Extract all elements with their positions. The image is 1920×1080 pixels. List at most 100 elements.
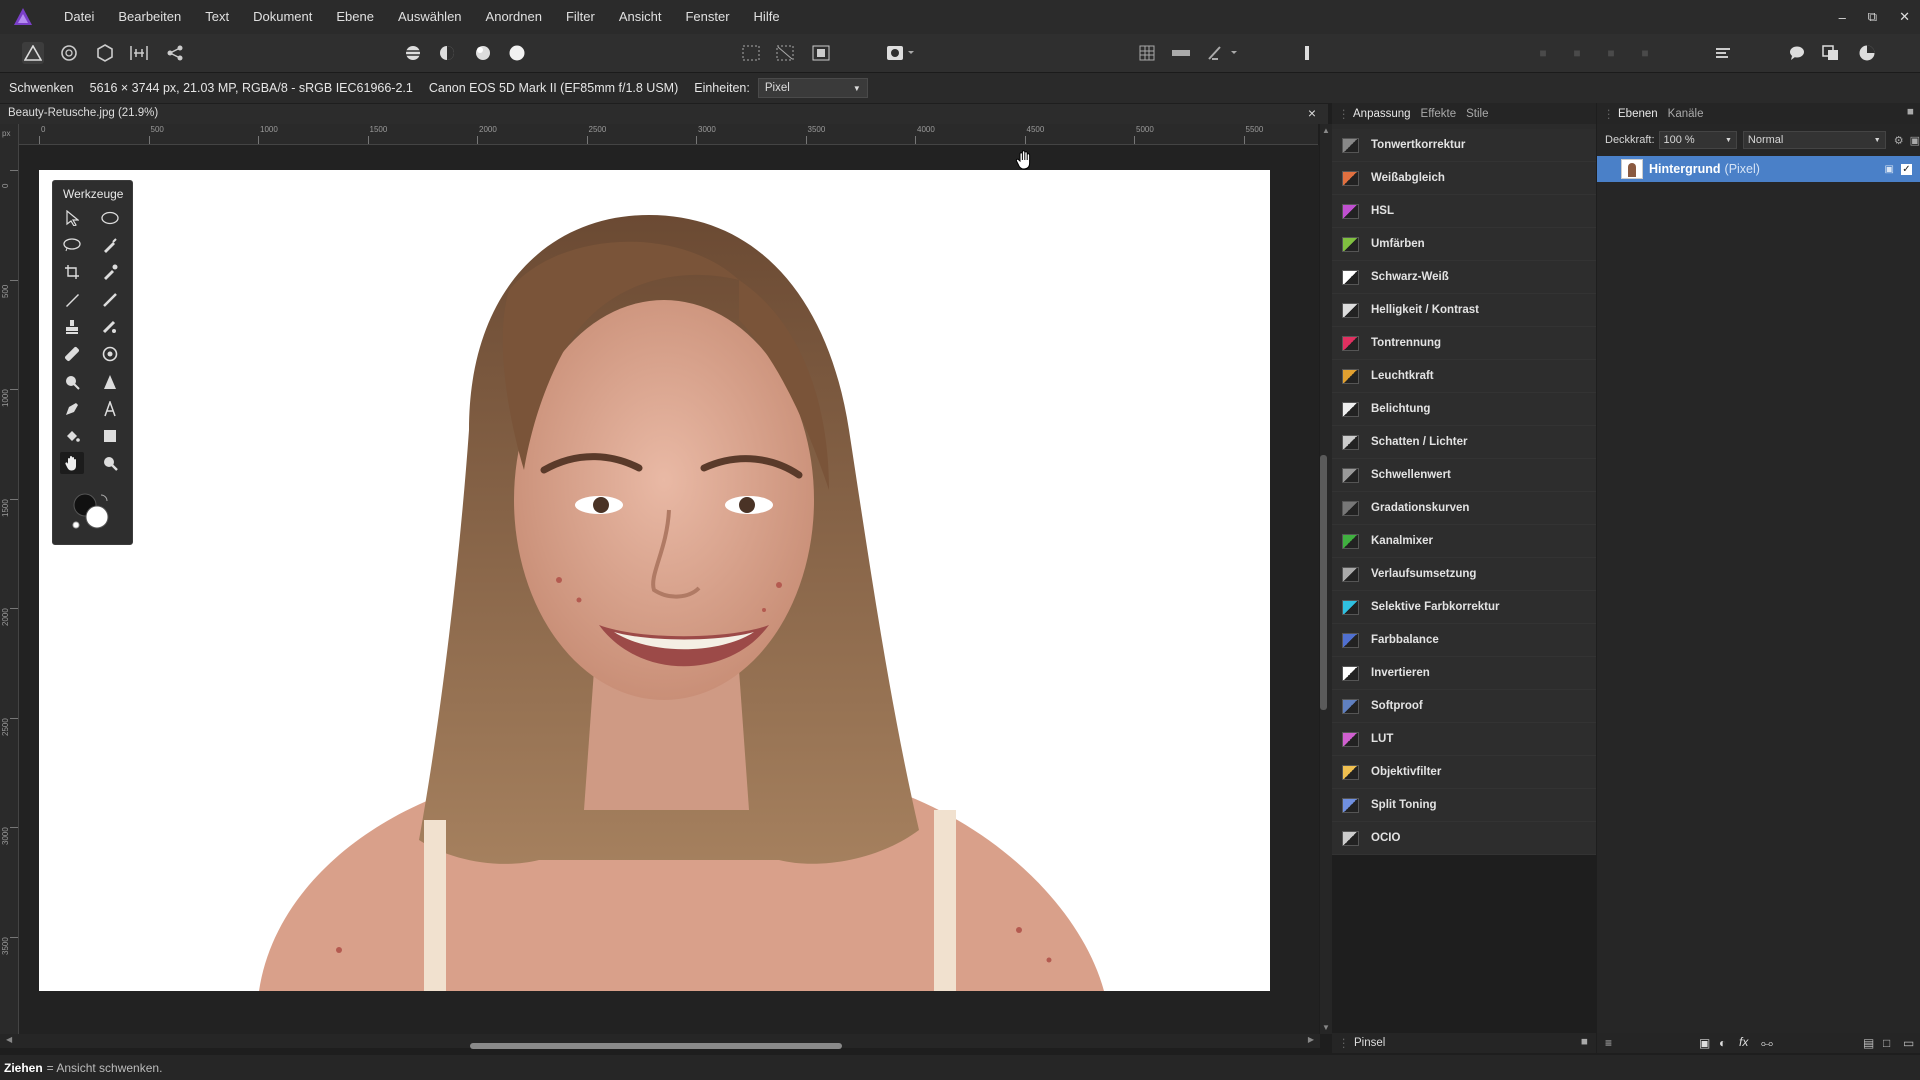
adjustment-item[interactable]: Umfärben (1332, 228, 1596, 261)
units-select[interactable]: Pixel ▼ (757, 78, 868, 98)
adjustment-item[interactable]: Tonwertkorrektur (1332, 129, 1596, 162)
mask-layer-icon[interactable]: ▣ (1699, 1036, 1710, 1050)
menu-datei[interactable]: Datei (52, 0, 106, 34)
live-filter-icon[interactable]: ⧟ (1761, 1036, 1773, 1051)
color-picker-tool-icon[interactable] (98, 261, 122, 283)
align-icon[interactable] (1712, 42, 1734, 64)
adjustment-item[interactable]: Schwarz-Weiß (1332, 261, 1596, 294)
adjustment-item[interactable]: Farbbalance (1332, 624, 1596, 657)
scroll-up-icon[interactable]: ▲ (1322, 126, 1330, 135)
visibility-checkbox[interactable]: ✓ (1901, 163, 1912, 175)
move-tool-icon[interactable] (60, 207, 84, 229)
red-eye-tool-icon[interactable] (98, 343, 122, 365)
menu-filter[interactable]: Filter (554, 0, 607, 34)
lock-icon[interactable]: ▣ (1910, 134, 1920, 147)
auto-white-balance-icon[interactable] (506, 42, 528, 64)
menu-ebene[interactable]: Ebene (324, 0, 386, 34)
panel-menu-icon[interactable]: ■ (1581, 1036, 1588, 1048)
close-document-icon[interactable]: × (1308, 105, 1316, 121)
menu-hilfe[interactable]: Hilfe (742, 0, 792, 34)
auto-contrast-icon[interactable] (436, 42, 458, 64)
tab-kanaele[interactable]: Kanäle (1663, 108, 1709, 120)
affinity-photo-logo[interactable] (12, 6, 34, 28)
pen-tool-icon[interactable] (60, 398, 84, 420)
adjustment-item[interactable]: Objektivfilter (1332, 756, 1596, 789)
color-swatches[interactable] (71, 491, 111, 531)
scroll-left-icon[interactable]: ◀ (6, 1035, 12, 1044)
auto-levels-icon[interactable] (402, 42, 424, 64)
pixel-tool-icon[interactable] (98, 289, 122, 311)
dodge-tool-icon[interactable] (60, 371, 84, 393)
panel-grip-icon[interactable]: ⋮ (1603, 107, 1615, 121)
menu-ansicht[interactable]: Ansicht (607, 0, 674, 34)
portrait-photo[interactable] (39, 170, 1270, 991)
menu-fenster[interactable]: Fenster (673, 0, 741, 34)
text-tool-icon[interactable] (98, 398, 122, 420)
adjustment-item[interactable]: Softproof (1332, 690, 1596, 723)
tab-anpassung[interactable]: Anpassung (1348, 108, 1416, 120)
tab-effekte[interactable]: Effekte (1416, 108, 1462, 120)
document-tab[interactable]: Beauty-Retusche.jpg (21.9%) × (0, 104, 1328, 124)
new-layer-icon[interactable]: □ (1883, 1036, 1890, 1050)
adjustment-item[interactable]: HSL (1332, 195, 1596, 228)
menu-anordnen[interactable]: Anordnen (474, 0, 554, 34)
deselect-icon[interactable] (774, 42, 796, 64)
adjustment-item[interactable]: Verlaufsumsetzung (1332, 558, 1596, 591)
layer-row-hintergrund[interactable]: Hintergrund (Pixel) ▣ ✓ (1597, 156, 1920, 182)
blend-mode-select[interactable]: Normal ▼ (1742, 131, 1886, 149)
adjustment-item[interactable]: Weißabgleich (1332, 162, 1596, 195)
trash-icon[interactable]: ▭ (1903, 1036, 1914, 1050)
minimize-icon[interactable]: – (1839, 10, 1846, 25)
fill-tool-icon[interactable] (60, 425, 84, 447)
menu-bearbeiten[interactable]: Bearbeiten (106, 0, 193, 34)
info-icon[interactable] (1296, 42, 1318, 64)
panel-grip-icon[interactable]: ⋮ (1338, 107, 1350, 121)
adjustment-item[interactable]: Helligkeit / Kontrast (1332, 294, 1596, 327)
lock-icon[interactable]: ▣ (1885, 164, 1894, 175)
menu-dokument[interactable]: Dokument (241, 0, 324, 34)
liquify-persona-icon[interactable] (58, 42, 80, 64)
assistant-icon[interactable] (1170, 42, 1192, 64)
paint-brush-tool-icon[interactable] (60, 289, 84, 311)
lasso-tool-icon[interactable] (60, 234, 84, 256)
menu-text[interactable]: Text (193, 0, 241, 34)
crop-tool-icon[interactable] (60, 261, 84, 283)
adjustment-item[interactable]: Schwellenwert (1332, 459, 1596, 492)
vertical-ruler[interactable]: px 0 500 1000 1500 2000 2500 3000 3500 (0, 124, 19, 1034)
healing-brush-tool-icon[interactable] (60, 343, 84, 365)
select-all-icon[interactable] (740, 42, 762, 64)
adjustment-item[interactable]: Gradationskurven (1332, 492, 1596, 525)
adjustment-item[interactable]: Kanalmixer (1332, 525, 1596, 558)
adjustment-item[interactable]: Leuchtkraft (1332, 360, 1596, 393)
tone-mapping-persona-icon[interactable] (128, 42, 150, 64)
vertical-scroll-thumb[interactable] (1320, 455, 1327, 710)
tab-ebenen[interactable]: Ebenen (1613, 108, 1663, 120)
restore-icon[interactable]: ⧉ (1868, 9, 1877, 25)
opacity-field[interactable]: 100 % ▼ (1658, 131, 1737, 149)
panel-grip-icon[interactable]: ⋮ (1338, 1036, 1350, 1050)
layer-stack-icon[interactable]: ≡ (1605, 1036, 1612, 1050)
tool-options-dropdown-icon[interactable] (1206, 42, 1242, 64)
scroll-down-icon[interactable]: ▼ (1322, 1023, 1330, 1032)
snapping-icon[interactable] (1136, 42, 1158, 64)
invert-selection-icon[interactable] (810, 42, 832, 64)
panel-menu-icon[interactable]: ■ (1907, 106, 1914, 118)
rectangle-tool-icon[interactable] (98, 425, 122, 447)
adjustment-item[interactable]: OCIO (1332, 822, 1596, 855)
color-wheel-icon[interactable] (1856, 42, 1878, 64)
export-persona-icon[interactable] (164, 42, 186, 64)
adjustment-item[interactable]: Invertieren (1332, 657, 1596, 690)
gear-icon[interactable]: ⚙ (1894, 134, 1904, 147)
zoom-tool-icon[interactable] (98, 452, 122, 474)
adjustment-layer-icon[interactable]: ◐ (1719, 1036, 1726, 1050)
adjustment-item[interactable]: Schatten / Lichter (1332, 426, 1596, 459)
photo-persona-icon[interactable] (22, 42, 44, 64)
adjustment-item[interactable]: Belichtung (1332, 393, 1596, 426)
menu-auswaehlen[interactable]: Auswählen (386, 0, 474, 34)
horizontal-ruler[interactable]: 0 500 1000 1500 2000 2500 3000 3500 4000 4500 5000… (18, 124, 1318, 145)
horizontal-scroll-thumb[interactable] (470, 1043, 842, 1049)
tab-stile[interactable]: Stile (1461, 108, 1493, 120)
adjustment-item[interactable]: Tontrennung (1332, 327, 1596, 360)
scroll-right-icon[interactable]: ▶ (1308, 1035, 1314, 1044)
blemish-removal-tool-icon[interactable] (98, 316, 122, 338)
